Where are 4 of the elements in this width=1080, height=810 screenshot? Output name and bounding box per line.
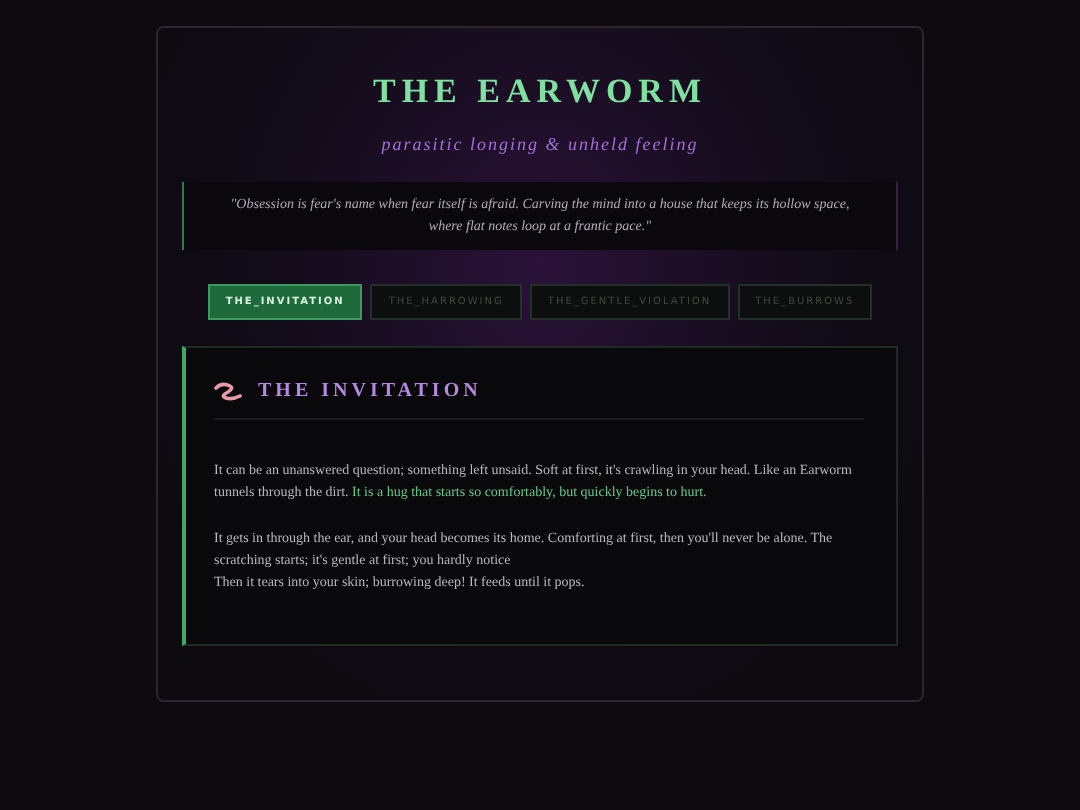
worm-icon [214, 381, 242, 402]
subtitle: parasitic longing & unheld feeling [379, 134, 701, 154]
section-title: THE INVITATION [258, 380, 482, 403]
page-title: THE EARWORM [371, 72, 709, 112]
